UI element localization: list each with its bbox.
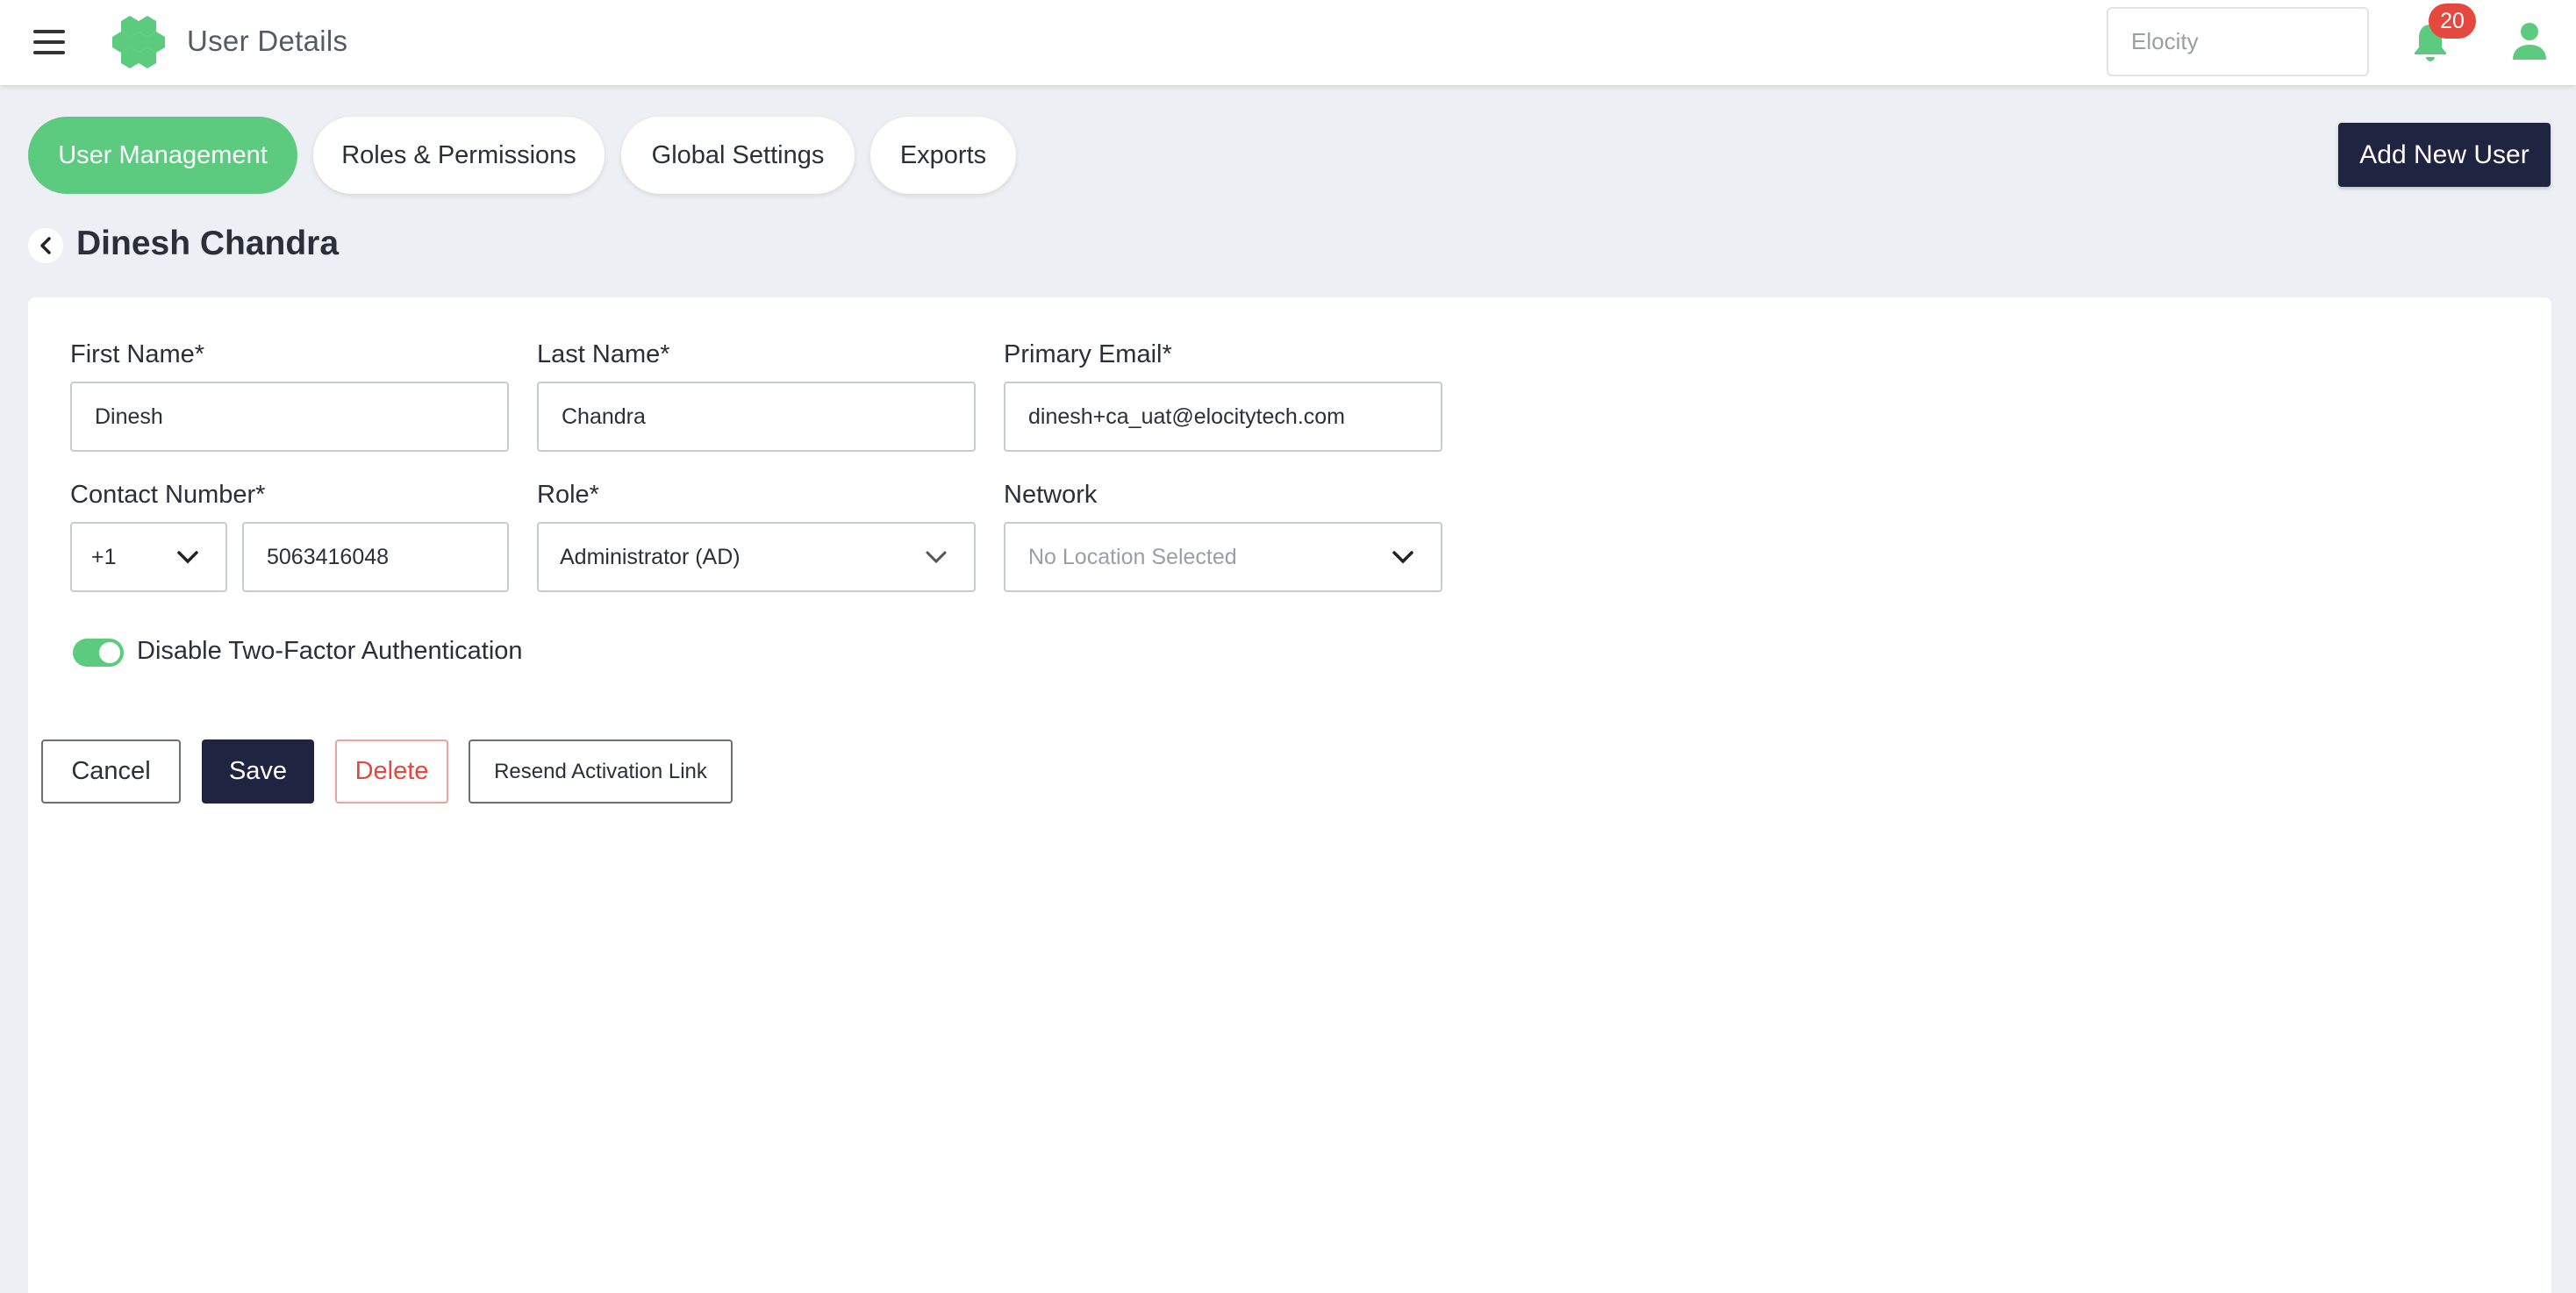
page-title: Dinesh Chandra (76, 225, 340, 262)
logo (112, 16, 165, 68)
tab-exports[interactable]: Exports (870, 117, 1016, 194)
last-name-field[interactable]: Chandra (537, 382, 976, 452)
two-factor-label: Disable Two-Factor Authentication (137, 637, 523, 665)
first-name-field[interactable]: Dinesh (70, 382, 509, 452)
last-name-label: Last Name* (537, 340, 670, 368)
app-header: User Details Elocity 20 (0, 0, 2576, 85)
two-factor-toggle[interactable] (73, 639, 124, 667)
add-new-user-button[interactable]: Add New User (2338, 123, 2551, 187)
role-value: Administrator (AD) (560, 544, 741, 569)
country-code-select[interactable]: +1 (70, 522, 227, 592)
chevron-down-icon (1392, 551, 1413, 564)
org-selector[interactable]: Elocity (2107, 7, 2369, 76)
network-label: Network (1004, 481, 1098, 509)
first-name-label: First Name* (70, 340, 205, 368)
toggle-knob (99, 642, 120, 663)
save-button[interactable]: Save (202, 739, 314, 804)
primary-email-field[interactable]: dinesh+ca_uat@elocitytech.com (1004, 382, 1442, 452)
app-title: User Details (187, 25, 348, 57)
chevron-left-icon (40, 237, 51, 254)
cancel-button[interactable]: Cancel (41, 739, 181, 804)
back-button[interactable] (28, 228, 63, 263)
resend-activation-link-button[interactable]: Resend Activation Link (469, 739, 733, 804)
role-select[interactable]: Administrator (AD) (537, 522, 976, 592)
network-placeholder: No Location Selected (1028, 544, 1237, 569)
role-label: Role* (537, 481, 599, 509)
menu-icon[interactable] (33, 30, 65, 54)
tab-global-settings[interactable]: Global Settings (621, 117, 855, 194)
country-code-value: +1 (91, 544, 117, 569)
tab-user-management[interactable]: User Management (28, 117, 297, 194)
network-select[interactable]: No Location Selected (1004, 522, 1442, 592)
contact-number-field[interactable]: 5063416048 (242, 522, 509, 592)
delete-button[interactable]: Delete (335, 739, 448, 804)
chevron-down-icon (177, 551, 198, 564)
tab-roles-permissions[interactable]: Roles & Permissions (313, 117, 605, 194)
primary-email-label: Primary Email* (1004, 340, 1172, 368)
chevron-down-icon (926, 551, 947, 564)
notification-badge: 20 (2429, 4, 2476, 39)
contact-number-label: Contact Number* (70, 481, 266, 509)
user-icon[interactable] (2511, 21, 2548, 61)
